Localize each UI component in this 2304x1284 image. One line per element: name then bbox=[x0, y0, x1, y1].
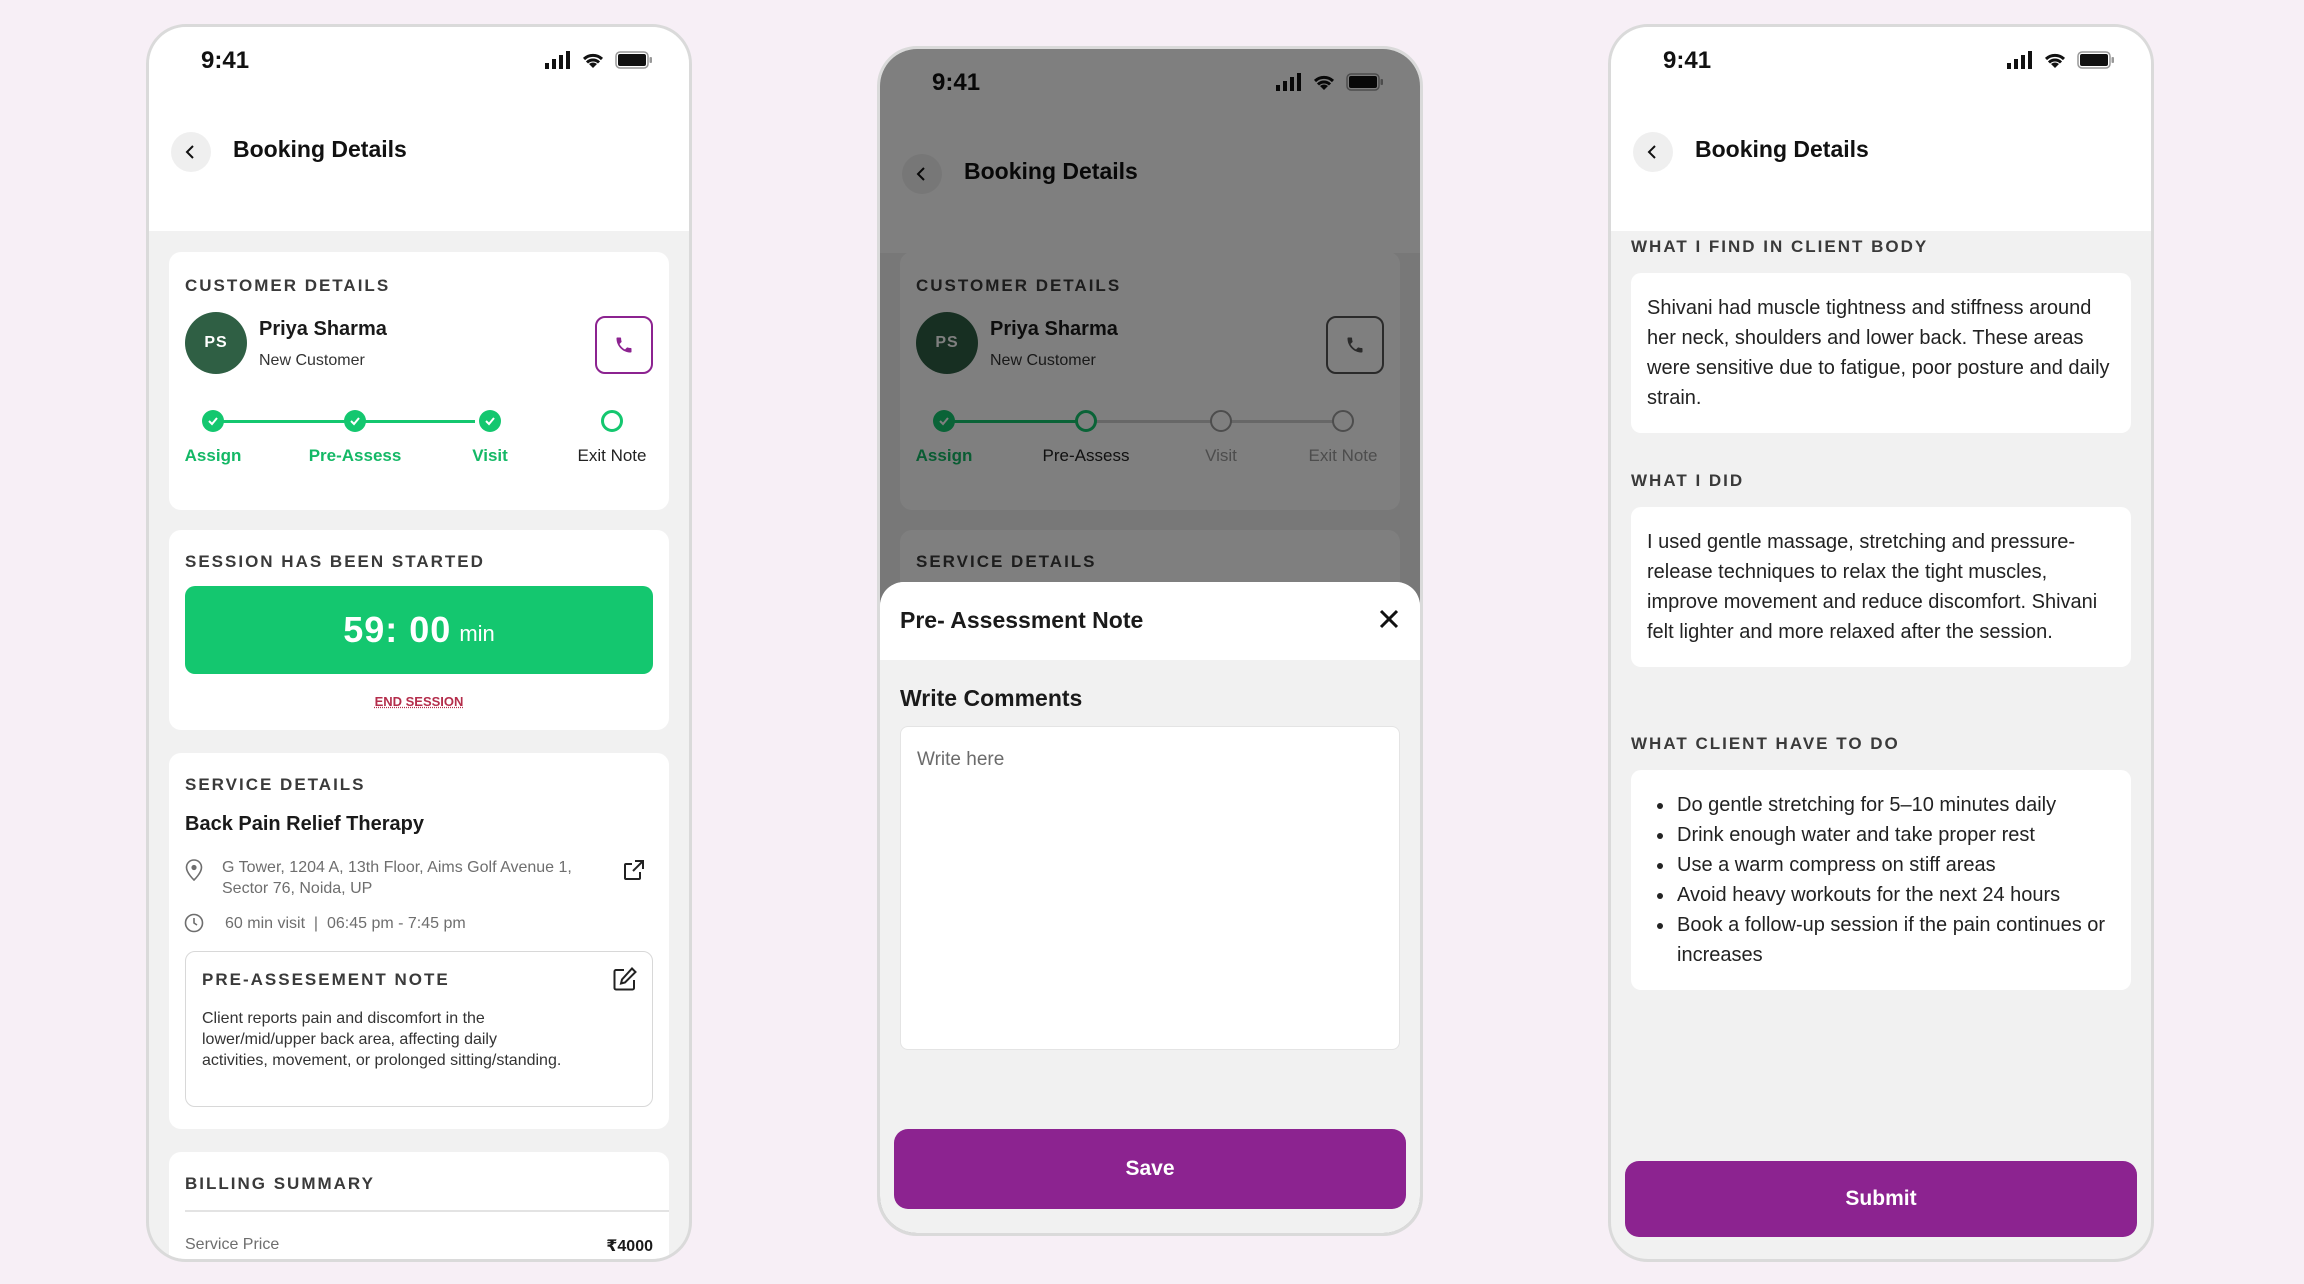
system-icons bbox=[545, 51, 653, 69]
app-bar: Booking Details bbox=[1611, 117, 2151, 231]
did-section-label: WHAT I DID bbox=[1631, 471, 1745, 490]
step-dot-exit-note bbox=[601, 410, 623, 432]
list-item: Avoid heavy workouts for the next 24 hou… bbox=[1675, 880, 2115, 910]
todo-section-label: WHAT CLIENT HAVE TO DO bbox=[1631, 734, 1900, 753]
signal-icon bbox=[2007, 51, 2032, 69]
step-dot-visit bbox=[479, 410, 501, 432]
pre-assessment-note-box: PRE-ASSESEMENT NOTE Client reports pain … bbox=[185, 951, 653, 1107]
note-text: Client reports pain and discomfort in th… bbox=[202, 1010, 562, 1069]
status-bar: 9:41 bbox=[149, 27, 689, 117]
back-arrow-icon bbox=[185, 145, 194, 159]
battery-icon bbox=[2077, 51, 2114, 69]
call-button[interactable] bbox=[595, 316, 653, 374]
step-label-pre-assess: Pre-Assess bbox=[308, 446, 402, 465]
timer-value: 59: 00 bbox=[343, 609, 452, 650]
check-icon bbox=[485, 417, 495, 426]
comments-textarea[interactable]: Write here bbox=[900, 726, 1400, 1050]
page-title: Booking Details bbox=[233, 136, 407, 162]
phone-screen-session: 9:41 Booking Details CUSTOMER DETAILS PS… bbox=[146, 24, 692, 1262]
back-button[interactable] bbox=[1633, 132, 1673, 172]
section-label: SESSION HAS BEEN STARTED bbox=[185, 552, 485, 571]
customer-name: Priya Sharma bbox=[259, 318, 387, 340]
write-comments-label: Write Comments bbox=[900, 685, 1083, 711]
list-item: Do gentle stretching for 5–10 minutes da… bbox=[1675, 790, 2115, 820]
back-button[interactable] bbox=[171, 132, 211, 172]
progress-stepper: Assign Pre-Assess Visit Exit Note bbox=[169, 410, 669, 480]
step-dot-assign bbox=[202, 410, 224, 432]
external-link-icon[interactable] bbox=[623, 859, 645, 881]
billing-row: Service Price ₹4000 bbox=[185, 1236, 653, 1256]
close-button[interactable] bbox=[1374, 604, 1404, 634]
service-details-card: SERVICE DETAILS Back Pain Relief Therapy… bbox=[169, 753, 669, 1129]
todo-list: Do gentle stretching for 5–10 minutes da… bbox=[1675, 790, 2115, 970]
billing-value: ₹4000 bbox=[606, 1238, 653, 1255]
close-icon bbox=[1379, 609, 1399, 629]
clock-icon bbox=[184, 913, 204, 933]
list-item: Use a warm compress on stiff areas bbox=[1675, 850, 2115, 880]
did-text-box[interactable]: I used gentle massage, stretching and pr… bbox=[1631, 507, 2131, 667]
status-time: 9:41 bbox=[1663, 47, 1712, 74]
back-arrow-icon bbox=[1647, 145, 1656, 159]
status-bar: 9:41 bbox=[1611, 27, 2151, 117]
list-item: Drink enough water and take proper rest bbox=[1675, 820, 2115, 850]
phone-icon bbox=[616, 337, 632, 353]
check-icon bbox=[350, 417, 360, 426]
avatar: PS bbox=[185, 312, 247, 374]
phone-screen-pre-assessment: 9:41 Booking Details CUSTOMER DETAILS PS… bbox=[877, 46, 1423, 1236]
phone-screen-exit-note: 9:41 Booking Details WHAT I FIND IN CLIE… bbox=[1608, 24, 2154, 1262]
session-timer: 59: 00 min bbox=[185, 586, 653, 674]
billing-label: Service Price bbox=[185, 1236, 280, 1253]
timer-unit: min bbox=[459, 621, 495, 646]
battery-icon bbox=[615, 51, 652, 69]
step-label-exit-note: Exit Note bbox=[577, 446, 647, 465]
wifi-icon bbox=[2044, 53, 2066, 68]
check-icon bbox=[208, 417, 218, 426]
save-button[interactable]: Save bbox=[894, 1129, 1406, 1209]
step-dot-pre-assess bbox=[344, 410, 366, 432]
find-section-label: WHAT I FIND IN CLIENT BODY bbox=[1631, 237, 1929, 256]
todo-box[interactable]: Do gentle stretching for 5–10 minutes da… bbox=[1631, 770, 2131, 990]
page-title: Booking Details bbox=[1695, 136, 1869, 162]
step-label-visit: Visit bbox=[472, 446, 508, 465]
customer-type: New Customer bbox=[259, 352, 365, 369]
end-session-link[interactable]: END SESSION bbox=[169, 694, 669, 709]
service-address: G Tower, 1204 A, 13th Floor, Aims Golf A… bbox=[222, 859, 572, 897]
note-title: PRE-ASSESEMENT NOTE bbox=[202, 970, 450, 989]
section-label: CUSTOMER DETAILS bbox=[185, 276, 391, 295]
list-item: Book a follow-up session if the pain con… bbox=[1675, 910, 2115, 970]
divider bbox=[185, 1210, 669, 1212]
billing-summary-card: BILLING SUMMARY Service Price ₹4000 bbox=[169, 1152, 669, 1259]
sheet-header: Pre- Assessment Note bbox=[880, 582, 1420, 660]
customer-details-card: CUSTOMER DETAILS PS Priya Sharma New Cus… bbox=[169, 252, 669, 510]
status-time: 9:41 bbox=[201, 47, 250, 74]
wifi-icon bbox=[582, 53, 604, 68]
visit-info: 60 min visit | 06:45 pm - 7:45 pm bbox=[225, 915, 466, 932]
edit-icon[interactable] bbox=[612, 966, 638, 992]
session-card: SESSION HAS BEEN STARTED 59: 00 min END … bbox=[169, 530, 669, 730]
did-text: I used gentle massage, stretching and pr… bbox=[1647, 531, 2098, 643]
section-label: BILLING SUMMARY bbox=[185, 1174, 375, 1193]
service-name: Back Pain Relief Therapy bbox=[185, 813, 424, 835]
location-pin-icon bbox=[185, 859, 203, 881]
signal-icon bbox=[545, 51, 570, 69]
app-bar: Booking Details bbox=[149, 117, 689, 231]
pre-assessment-sheet: Pre- Assessment Note Write Comments Writ… bbox=[880, 582, 1420, 1233]
find-text: Shivani had muscle tightness and stiffne… bbox=[1647, 297, 2110, 409]
system-icons bbox=[2007, 51, 2115, 69]
textarea-placeholder: Write here bbox=[917, 749, 1005, 770]
section-label: SERVICE DETAILS bbox=[185, 775, 366, 794]
step-label-assign: Assign bbox=[184, 446, 242, 465]
sheet-title: Pre- Assessment Note bbox=[900, 607, 1144, 633]
find-text-box[interactable]: Shivani had muscle tightness and stiffne… bbox=[1631, 273, 2131, 433]
submit-button[interactable]: Submit bbox=[1625, 1161, 2137, 1237]
